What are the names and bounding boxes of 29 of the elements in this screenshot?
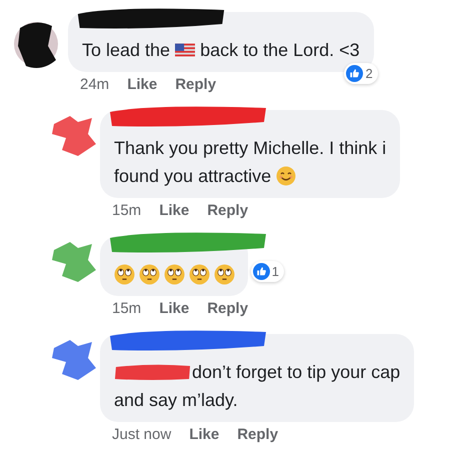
reaction-count[interactable]: 2: [344, 63, 378, 84]
like-icon: [346, 65, 364, 82]
comment-time: 24m: [80, 76, 110, 94]
eye-roll-emoji-icon: [164, 264, 185, 284]
eye-roll-emoji-icon: [139, 264, 160, 284]
smiling-emoji-icon: [276, 166, 296, 186]
comment-action-link[interactable]: Reply: [207, 202, 248, 220]
comment-action-link[interactable]: Like: [189, 426, 220, 444]
comment-text: found you attractive: [114, 165, 272, 188]
comment-time: 15m: [112, 202, 142, 220]
comment-action-link[interactable]: Reply: [175, 76, 216, 94]
eye-roll-emoji-icon: [214, 264, 235, 284]
comment-text: To lead the: [82, 39, 170, 62]
comment-action-link[interactable]: Reply: [237, 426, 278, 444]
comment-action-link[interactable]: Like: [159, 202, 190, 220]
like-icon: [252, 263, 270, 280]
comment-time: 15m: [112, 300, 142, 318]
comment-action-link[interactable]: Reply: [207, 300, 248, 318]
eye-roll-emoji-icon: [114, 264, 135, 284]
reaction-count[interactable]: 1: [250, 261, 284, 282]
flag-emoji-icon: [175, 43, 196, 57]
comment-action-link[interactable]: Like: [159, 300, 190, 318]
comment-text: and say m’lady.: [114, 389, 238, 412]
eye-roll-emoji-icon: [189, 264, 210, 284]
comment-text: don’t forget to tip your cap: [192, 361, 400, 384]
comment-action-link[interactable]: Like: [127, 76, 158, 94]
comment-text: Thank you pretty Michelle. I think i: [114, 137, 386, 160]
comment-text: back to the Lord. <3: [200, 39, 360, 62]
comment-time: Just now: [112, 426, 172, 444]
